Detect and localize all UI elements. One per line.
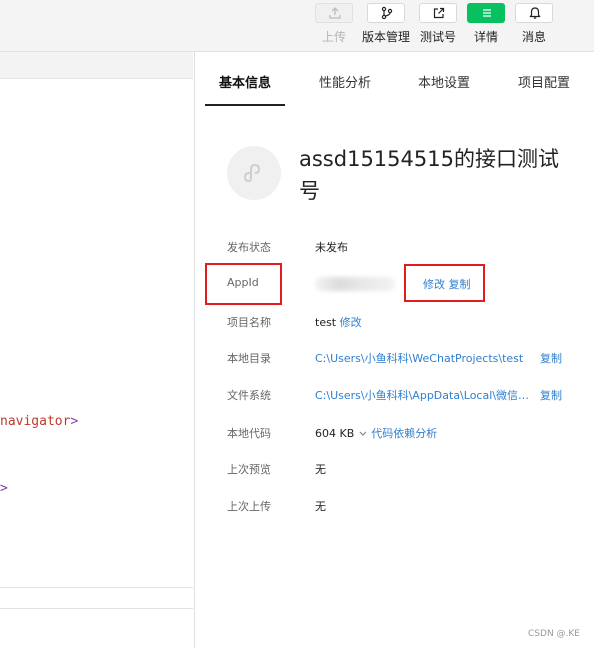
publish-status-key: 发布状态 [227,241,271,254]
row-local-dir: 本地目录 C:\Users\小鱼科科\WeChatProjects\test 复… [227,348,587,368]
code-line-navigator: navigator> [0,414,78,429]
local-dir-path[interactable]: C:\Users\小鱼科科\WeChatProjects\test [315,350,537,366]
watermark: CSDN @.KE [528,629,580,639]
last-preview-key: 上次预览 [227,463,271,476]
menu-icon [483,9,491,17]
last-preview-value: 无 [315,463,326,476]
editor-divider-2 [0,608,193,609]
local-code-key: 本地代码 [227,427,271,440]
version-label: 版本管理 [361,30,410,44]
row-local-code: 本地代码 604 KB 代码依赖分析 [227,423,587,443]
row-file-system: 文件系统 C:\Users\小鱼科科\AppData\Local\微信开发...… [227,385,587,405]
file-system-path[interactable]: C:\Users\小鱼科科\AppData\Local\微信开发... [315,387,537,403]
code-tag-close-2: > [0,481,8,496]
project-title: assd15154515的接口测试号 [299,147,559,203]
test-btn-frame [419,3,457,23]
tab-project-config[interactable]: 项目配置 [518,72,570,91]
chevron-down-icon[interactable] [358,430,368,438]
code-editor[interactable]: navigator> > [0,52,193,648]
tab-local-settings[interactable]: 本地设置 [418,72,470,91]
file-system-copy-link[interactable]: 复制 [540,387,562,403]
top-toolbar: 上传 版本管理 测试号 详情 消息 [0,0,594,52]
details-btn-frame [467,3,505,23]
editor-divider [0,587,193,588]
local-code-size: 604 KB [315,427,355,440]
external-link-icon [433,7,445,19]
local-dir-copy-link[interactable]: 复制 [540,350,562,366]
row-last-preview: 上次预览 无 [227,459,587,479]
active-tab-indicator [205,104,285,106]
upload-label: 上传 [321,30,346,44]
code-tag-close: > [70,414,79,429]
messages-label: 消息 [521,30,546,44]
tab-basic-info[interactable]: 基本信息 [219,72,271,91]
appid-highlight-box [205,263,282,305]
local-code-field: 604 KB 代码依赖分析 [315,425,437,441]
file-system-key: 文件系统 [227,389,271,402]
miniprogram-logo-icon [243,163,261,182]
appid-blurred-value [315,277,395,291]
details-panel: 基本信息 性能分析 本地设置 项目配置 assd15154515的接口测试号 发… [194,52,594,648]
test-account-button[interactable]: 测试号 [412,3,464,45]
dependency-analysis-link[interactable]: 代码依赖分析 [371,427,437,440]
publish-status-value: 未发布 [315,241,348,254]
branch-icon [381,6,393,20]
project-name-value: test [315,316,337,329]
upload-btn-frame [315,3,353,23]
project-name-edit-link[interactable]: 修改 [340,316,362,329]
row-last-upload: 上次上传 无 [227,496,587,516]
local-dir-key: 本地目录 [227,352,271,365]
messages-button[interactable]: 消息 [508,3,560,45]
code-tag-name: navigator [0,414,71,429]
last-upload-key: 上次上传 [227,500,271,513]
messages-btn-frame [515,3,553,23]
bell-icon [529,7,541,19]
tab-performance[interactable]: 性能分析 [319,72,371,91]
row-project-name: 项目名称 test 修改 [227,312,587,332]
avatar [227,146,281,200]
test-label: 测试号 [419,30,456,44]
panel-tabs: 基本信息 性能分析 本地设置 项目配置 [195,52,594,106]
details-button[interactable]: 详情 [460,3,512,45]
editor-tab-strip [0,52,193,79]
project-name-field: test 修改 [315,314,362,330]
project-name-key: 项目名称 [227,316,271,329]
version-management-button[interactable]: 版本管理 [360,3,412,45]
code-line-close: > [0,481,8,496]
version-btn-frame [367,3,405,23]
row-publish-status: 发布状态 未发布 [227,237,587,257]
upload-icon [329,7,341,19]
details-label: 详情 [473,30,498,44]
last-upload-value: 无 [315,500,326,513]
appid-actions-highlight-box [404,264,485,302]
upload-button[interactable]: 上传 [308,3,360,45]
